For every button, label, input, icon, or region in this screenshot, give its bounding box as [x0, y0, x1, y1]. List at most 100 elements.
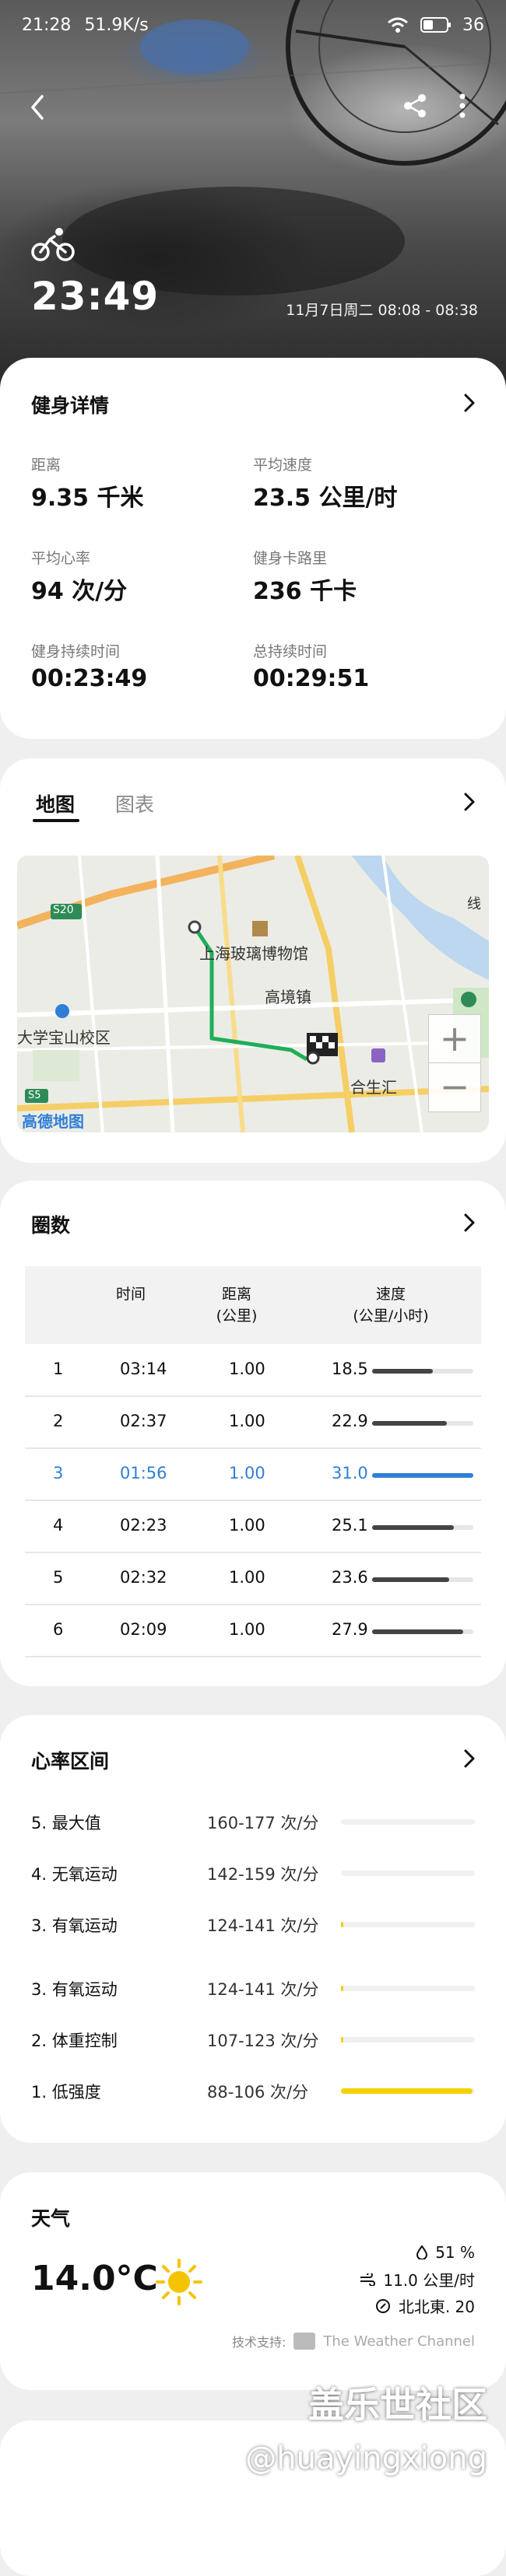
chevron-right-icon[interactable]: [464, 1213, 475, 1232]
lap-speed: 18.5: [332, 1360, 368, 1378]
speed-bar: [372, 1369, 473, 1374]
zoom-in-icon[interactable]: +: [428, 1014, 481, 1064]
status-time: 21:28: [22, 15, 72, 35]
lap-speed: 27.9: [332, 1620, 368, 1639]
chevron-right-icon[interactable]: [464, 394, 475, 412]
map-label-campus: 大学宝山校区: [17, 1028, 111, 1047]
stat-value: 9.35 千米: [31, 485, 144, 512]
temperature: 14.0°C: [31, 2259, 158, 2298]
col-distance-unit: (公里): [216, 1307, 258, 1325]
tab-indicator: [33, 819, 79, 822]
map-label-s5: S5: [28, 1090, 41, 1101]
back-icon[interactable]: [28, 93, 47, 121]
lap-number: 6: [53, 1620, 64, 1639]
watermark-user: @huayingxiong: [245, 2441, 487, 2476]
cyclist-photo: [0, 0, 506, 296]
lap-time: 02:37: [120, 1412, 167, 1430]
status-net-speed: 51.9K/s: [84, 15, 149, 35]
lap-speed: 23.6: [332, 1568, 368, 1587]
workout-duration: 23:49: [31, 274, 160, 319]
lap-time: 02:23: [120, 1516, 167, 1535]
lap-speed: 22.9: [332, 1412, 368, 1430]
status-bar: 21:28 51.9K/s 36: [22, 11, 484, 39]
lap-row[interactable]: 3 01:56 1.00 31.0: [25, 1448, 481, 1501]
header-photo: 21:28 51.9K/s 36 23:49 11月7日周二 08:08 - 0…: [0, 0, 506, 404]
card-title: 健身详情: [31, 394, 110, 417]
lap-row[interactable]: 5 02:32 1.00 23.6: [25, 1552, 481, 1605]
zone-bar-fill: [341, 1922, 343, 1927]
route-map[interactable]: S20 S5 上海玻璃博物馆 高境镇 大学宝山校区 合生汇 高德地图 线 + −: [17, 856, 489, 1132]
battery-level: 36: [462, 15, 484, 35]
wind-speed: 11.0 公里/时: [383, 2271, 475, 2290]
zone-name: 3. 有氧运动: [31, 1916, 118, 1935]
zone-range: 107-123 次/分: [207, 2032, 319, 2050]
col-distance: 距离: [221, 1286, 251, 1303]
wind-direction: 北北東. 20: [398, 2298, 475, 2316]
stat-label: 平均速度: [253, 457, 313, 474]
zone-bar-fill: [341, 2088, 473, 2094]
amap-logo: 高德地图: [22, 1112, 84, 1131]
lap-speed: 31.0: [332, 1464, 368, 1482]
lap-row[interactable]: 1 03:14 1.00 18.5: [25, 1344, 481, 1397]
stat-value: 23.5 公里/时: [253, 485, 398, 512]
zone-bar: [341, 1986, 475, 1991]
tab-chart[interactable]: 图表: [115, 789, 154, 817]
chevron-right-icon[interactable]: [464, 793, 475, 811]
weather-credit: 技术支持: The Weather Channel: [232, 2332, 475, 2350]
lap-row[interactable]: 2 02:37 1.00 22.9: [25, 1396, 481, 1449]
col-speed-unit: (公里/小时): [353, 1307, 429, 1325]
zone-name: 2. 体重控制: [31, 2032, 118, 2050]
stat-value: 236 千卡: [253, 578, 357, 605]
zone-bar: [341, 2037, 475, 2042]
lap-time: 02:32: [120, 1568, 167, 1587]
share-icon[interactable]: [402, 92, 430, 120]
tab-map[interactable]: 地图: [36, 789, 75, 817]
speed-bar-fill: [372, 1629, 463, 1634]
fitness-details-card[interactable]: 健身详情 距离 9.35 千米 平均速度 23.5 公里/时 平均心率 94 次…: [0, 358, 506, 739]
zoom-out-icon[interactable]: −: [428, 1062, 481, 1112]
workout-datetime: 11月7日周二 08:08 - 08:38: [286, 302, 478, 319]
col-time: 时间: [115, 1286, 146, 1303]
stat-value: 00:23:49: [31, 665, 148, 692]
wind-direction-row: 北北東. 20: [375, 2294, 475, 2317]
zone-range: 160-177 次/分: [207, 1814, 319, 1832]
speed-bar: [372, 1473, 473, 1478]
heart-zone-row: 5. 最大值 160-177 次/分: [31, 1806, 483, 1837]
heart-zone-row: 3. 有氧运动 124-141 次/分: [31, 1972, 483, 2004]
map-label-line: 线: [467, 896, 481, 912]
lap-distance: 1.00: [229, 1464, 265, 1482]
speed-bar: [372, 1629, 473, 1634]
wifi-icon: [388, 17, 408, 33]
battery-icon: [420, 17, 451, 33]
zone-bar: [341, 1819, 475, 1825]
humidity-row: 51 %: [416, 2243, 475, 2262]
speed-bar-fill: [372, 1525, 455, 1530]
col-speed: 速度: [375, 1286, 406, 1303]
lap-number: 4: [53, 1516, 64, 1535]
zone-name: 1. 低强度: [31, 2083, 101, 2102]
speed-bar: [372, 1525, 473, 1530]
map-label-s20: S20: [53, 904, 74, 916]
speed-bar: [372, 1577, 473, 1582]
speed-bar: [372, 1421, 473, 1426]
chevron-right-icon[interactable]: [464, 1749, 475, 1768]
map-canvas: [17, 856, 489, 1132]
compass-icon: [375, 2298, 390, 2313]
speed-bar-fill: [372, 1577, 449, 1582]
speed-bar-fill: [372, 1473, 473, 1478]
stat-label: 健身持续时间: [31, 643, 121, 660]
card-title: 天气: [31, 2207, 71, 2230]
lap-number: 5: [53, 1568, 64, 1587]
lap-row[interactable]: 6 02:09 1.00 27.9: [25, 1605, 481, 1657]
lap-time: 02:09: [120, 1620, 167, 1639]
lap-time: 03:14: [120, 1360, 167, 1378]
heart-zone-row: 1. 低强度 88-106 次/分: [31, 2075, 483, 2106]
map-label-museum: 上海玻璃博物馆: [199, 944, 308, 963]
map-label-town: 高境镇: [265, 988, 311, 1006]
speed-bar-fill: [372, 1369, 433, 1374]
credit-brand: The Weather Channel: [323, 2333, 475, 2350]
lap-number: 1: [53, 1360, 64, 1378]
lap-distance: 1.00: [229, 1568, 265, 1587]
more-icon[interactable]: [458, 92, 467, 120]
lap-row[interactable]: 4 02:23 1.00 25.1: [25, 1500, 481, 1553]
